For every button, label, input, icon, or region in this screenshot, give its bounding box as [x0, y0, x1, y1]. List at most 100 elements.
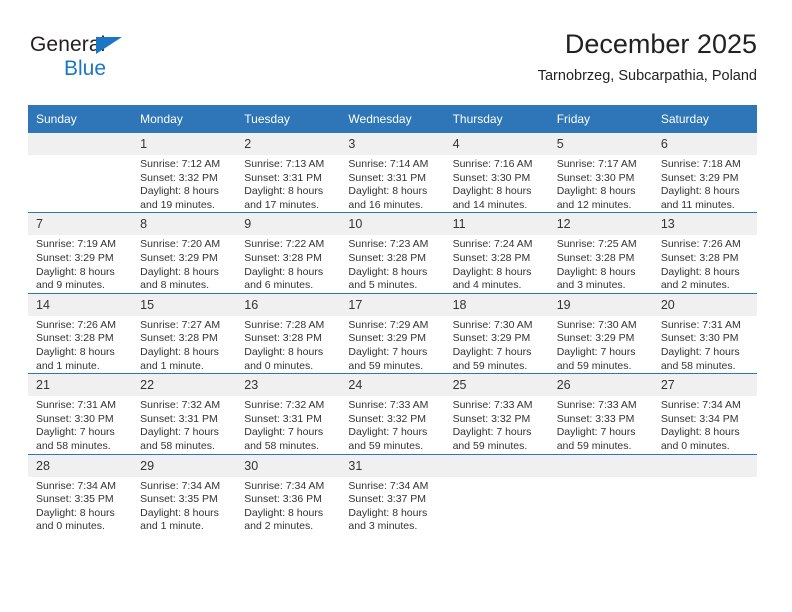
day-number: 6 — [652, 133, 757, 155]
day-details: Sunrise: 7:22 AM Sunset: 3:28 PM Daylight:… — [236, 235, 340, 292]
day-details: Sunrise: 7:32 AM Sunset: 3:31 PM Daylight:… — [132, 396, 236, 453]
calendar-day-cell[interactable]: 4 Sunrise: 7:16 AM Sunset: 3:30 PM Daylight… — [444, 133, 549, 213]
calendar-day-cell[interactable]: 6 Sunrise: 7:18 AM Sunset: 3:29 PM Daylight… — [652, 133, 757, 213]
sunset-text: Sunset: 3:28 PM — [556, 251, 635, 264]
calendar-day-cell[interactable]: 22 Sunrise: 7:32 AM Sunset: 3:31 PM Dayligh… — [132, 373, 237, 454]
day-number: 24 — [340, 374, 445, 397]
sunset-text: Sunset: 3:30 PM — [36, 412, 114, 425]
day-details: Sunrise: 7:12 AM Sunset: 3:32 PM Daylight:… — [132, 155, 236, 212]
daylight-text-line1: Daylight: 7 hours — [348, 426, 428, 439]
calendar-day-cell[interactable]: 20 Sunrise: 7:31 AM Sunset: 3:30 PM Dayligh… — [652, 292, 757, 374]
calendar-day-cell[interactable]: 19 Sunrise: 7:30 AM Sunset: 3:29 PM Dayligh… — [548, 292, 653, 374]
calendar-day-cell[interactable]: 18 Sunrise: 7:30 AM Sunset: 3:29 PM Dayligh… — [444, 292, 549, 374]
title-block: December 2025 Tarnobrzeg, Subcarpathia, … — [538, 28, 757, 86]
sunset-text: Sunset: 3:30 PM — [660, 332, 739, 345]
daylight-text-line2: and 58 minutes. — [140, 439, 215, 452]
sunset-text: Sunset: 3:29 PM — [556, 332, 635, 345]
daylight-text-line1: Daylight: 7 hours — [556, 426, 636, 439]
day-number: 30 — [236, 454, 341, 477]
sunset-text: Sunset: 3:31 PM — [244, 171, 322, 184]
calendar-day-cell[interactable]: 16 Sunrise: 7:28 AM Sunset: 3:28 PM Dayligh… — [236, 292, 341, 374]
day-number: 5 — [548, 133, 653, 155]
location-subtitle: Tarnobrzeg, Subcarpathia, Poland — [537, 68, 757, 84]
sunset-text: Sunset: 3:32 PM — [140, 171, 218, 184]
daylight-text-line2: and 2 minutes. — [244, 520, 314, 533]
calendar-day-cell[interactable]: 28 Sunrise: 7:34 AM Sunset: 3:35 PM Dayligh… — [28, 453, 133, 534]
sunrise-text: Sunrise: 7:12 AM — [140, 158, 221, 170]
daylight-text-line2: and 9 minutes. — [36, 279, 105, 292]
day-details: Sunrise: 7:34 AM Sunset: 3:36 PM Daylight:… — [236, 477, 340, 534]
calendar-day-cell[interactable]: 26 Sunrise: 7:33 AM Sunset: 3:33 PM Dayligh… — [548, 373, 653, 454]
day-details: Sunrise: 7:16 AM Sunset: 3:30 PM Daylight:… — [445, 155, 549, 212]
day-details: Sunrise: 7:34 AM Sunset: 3:35 PM Daylight:… — [132, 477, 236, 534]
calendar-day-cell[interactable]: 3 Sunrise: 7:14 AM Sunset: 3:31 PM Daylight… — [340, 133, 445, 213]
weekday-header-tuesday: Tuesday — [236, 105, 341, 133]
daylight-text-line1: Daylight: 8 hours — [36, 265, 115, 278]
calendar-day-cell-empty — [444, 453, 549, 534]
sunset-text: Sunset: 3:33 PM — [556, 412, 635, 425]
sunset-text: Sunset: 3:31 PM — [244, 412, 322, 425]
sunrise-text: Sunrise: 7:31 AM — [36, 399, 116, 412]
daylight-text-line1: Daylight: 7 hours — [556, 345, 636, 358]
calendar-day-cell[interactable]: 13 Sunrise: 7:26 AM Sunset: 3:28 PM Dayligh… — [652, 212, 757, 294]
sunrise-text: Sunrise: 7:34 AM — [660, 399, 741, 412]
daylight-text-line2: and 0 minutes. — [244, 359, 314, 372]
daylight-text-line2: and 0 minutes. — [660, 439, 730, 452]
sunrise-text: Sunrise: 7:16 AM — [452, 158, 533, 170]
sunrise-sunset-calendar: Sunday Monday Tuesday Wednesday Thursday… — [28, 105, 757, 534]
daylight-text-line2: and 58 minutes. — [36, 439, 111, 452]
daylight-text-line2: and 3 minutes. — [348, 520, 418, 533]
sunrise-text: Sunrise: 7:18 AM — [660, 158, 741, 170]
sunrise-text: Sunrise: 7:26 AM — [660, 238, 741, 251]
calendar-day-cell[interactable]: 11 Sunrise: 7:24 AM Sunset: 3:28 PM Dayligh… — [444, 212, 549, 294]
calendar-day-cell[interactable]: 1 Sunrise: 7:12 AM Sunset: 3:32 PM Daylight… — [132, 133, 237, 213]
day-details: Sunrise: 7:14 AM Sunset: 3:31 PM Daylight:… — [340, 155, 444, 212]
sunrise-text: Sunrise: 7:34 AM — [244, 479, 325, 492]
daylight-text-line1: Daylight: 8 hours — [452, 265, 532, 278]
day-number: 11 — [444, 213, 549, 236]
daylight-text-line1: Daylight: 8 hours — [452, 185, 532, 198]
day-details: Sunrise: 7:24 AM Sunset: 3:28 PM Daylight:… — [445, 235, 549, 292]
daylight-text-line2: and 59 minutes. — [452, 439, 528, 452]
calendar-day-cell[interactable]: 14 Sunrise: 7:26 AM Sunset: 3:28 PM Dayligh… — [28, 292, 133, 374]
calendar-day-cell[interactable]: 10 Sunrise: 7:23 AM Sunset: 3:28 PM Dayligh… — [340, 212, 445, 294]
sunset-text: Sunset: 3:28 PM — [660, 251, 739, 264]
calendar-day-cell[interactable]: 12 Sunrise: 7:25 AM Sunset: 3:28 PM Dayligh… — [548, 212, 653, 294]
calendar-day-cell[interactable]: 31 Sunrise: 7:34 AM Sunset: 3:37 PM Dayligh… — [340, 453, 445, 534]
calendar-day-cell[interactable]: 7 Sunrise: 7:19 AM Sunset: 3:29 PM Daylight… — [28, 212, 133, 294]
sunrise-text: Sunrise: 7:34 AM — [348, 479, 429, 492]
daylight-text-line2: and 6 minutes. — [244, 279, 314, 292]
calendar-day-cell-empty — [548, 453, 653, 534]
day-details: Sunrise: 7:13 AM Sunset: 3:31 PM Daylight:… — [236, 155, 340, 212]
day-details: Sunrise: 7:20 AM Sunset: 3:29 PM Daylight:… — [132, 235, 236, 292]
day-number: 22 — [132, 374, 237, 397]
calendar-day-cell[interactable]: 23 Sunrise: 7:32 AM Sunset: 3:31 PM Dayligh… — [236, 373, 341, 454]
sunset-text: Sunset: 3:37 PM — [348, 493, 427, 506]
calendar-day-cell[interactable]: 5 Sunrise: 7:17 AM Sunset: 3:30 PM Daylight… — [548, 133, 653, 213]
daylight-text-line2: and 59 minutes. — [556, 359, 632, 372]
day-details: Sunrise: 7:26 AM Sunset: 3:28 PM Daylight:… — [653, 235, 757, 292]
daylight-text-line1: Daylight: 8 hours — [660, 185, 740, 198]
sunrise-text: Sunrise: 7:24 AM — [452, 238, 533, 251]
day-details: Sunrise: 7:34 AM Sunset: 3:35 PM Daylight:… — [28, 477, 132, 534]
sunrise-text: Sunrise: 7:30 AM — [452, 318, 533, 331]
calendar-day-cell[interactable]: 25 Sunrise: 7:33 AM Sunset: 3:32 PM Dayligh… — [444, 373, 549, 454]
daylight-text-line1: Daylight: 8 hours — [556, 265, 636, 278]
sunrise-text: Sunrise: 7:20 AM — [140, 238, 221, 251]
calendar-day-cell[interactable]: 24 Sunrise: 7:33 AM Sunset: 3:32 PM Dayligh… — [340, 373, 445, 454]
calendar-day-cell[interactable]: 21 Sunrise: 7:31 AM Sunset: 3:30 PM Dayligh… — [28, 373, 133, 454]
calendar-day-cell[interactable]: 2 Sunrise: 7:13 AM Sunset: 3:31 PM Daylight… — [236, 133, 341, 213]
calendar-day-cell[interactable]: 8 Sunrise: 7:20 AM Sunset: 3:29 PM Daylight… — [132, 212, 237, 294]
daylight-text-line1: Daylight: 8 hours — [244, 506, 324, 519]
day-number: 14 — [28, 293, 133, 316]
calendar-day-cell[interactable]: 9 Sunrise: 7:22 AM Sunset: 3:28 PM Daylight… — [236, 212, 341, 294]
calendar-day-cell[interactable]: 15 Sunrise: 7:27 AM Sunset: 3:28 PM Dayligh… — [132, 292, 237, 374]
calendar-day-cell[interactable]: 17 Sunrise: 7:29 AM Sunset: 3:29 PM Dayligh… — [340, 292, 445, 374]
day-number: 15 — [132, 293, 237, 316]
day-details: Sunrise: 7:29 AM Sunset: 3:29 PM Daylight:… — [340, 316, 444, 373]
calendar-day-cell[interactable]: 29 Sunrise: 7:34 AM Sunset: 3:35 PM Dayligh… — [132, 453, 237, 534]
sunset-text: Sunset: 3:29 PM — [660, 171, 739, 184]
sunrise-text: Sunrise: 7:32 AM — [140, 399, 221, 412]
calendar-day-cell[interactable]: 27 Sunrise: 7:34 AM Sunset: 3:34 PM Dayligh… — [652, 373, 757, 454]
calendar-day-cell[interactable]: 30 Sunrise: 7:34 AM Sunset: 3:36 PM Dayligh… — [236, 453, 341, 534]
